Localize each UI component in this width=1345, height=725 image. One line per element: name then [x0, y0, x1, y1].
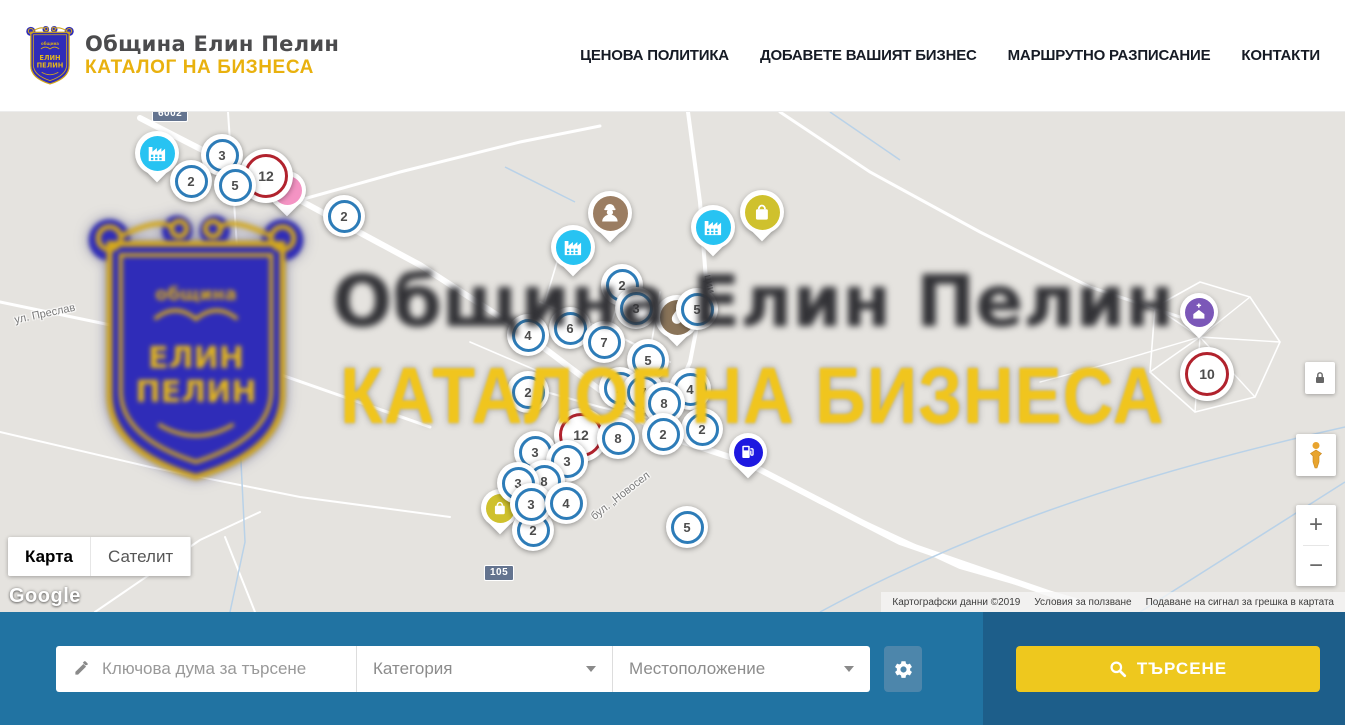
map-pin-marker[interactable]	[691, 205, 735, 265]
map-cluster-marker[interactable]: 8	[597, 417, 639, 459]
map-attribution: Картографски данни ©2019Условия за ползв…	[881, 592, 1345, 612]
nav-item[interactable]: ЦЕНОВА ПОЛИТИКА	[580, 47, 729, 64]
map-cluster-marker[interactable]: 5	[666, 506, 708, 548]
cluster-count: 6	[554, 312, 587, 345]
factory-icon	[145, 141, 169, 165]
page: община ЕЛИН ПЕЛИН Община Елин Пелин КАТА…	[0, 0, 1345, 725]
cluster-count: 3	[515, 488, 548, 521]
map-cluster-marker[interactable]: 7	[583, 321, 625, 363]
attribution-link[interactable]: Подаване на сигнал за грешка в картата	[1139, 597, 1341, 608]
cluster-count: 10	[1185, 352, 1229, 396]
map-cluster-marker[interactable]: 4	[507, 314, 549, 356]
pin-head	[551, 225, 595, 269]
cluster-count: 2	[328, 200, 361, 233]
pin-head	[691, 205, 735, 249]
zoom-in-button[interactable]: +	[1296, 505, 1336, 545]
map-type-satellite-button[interactable]: Сателит	[91, 537, 191, 576]
chevron-down-icon	[844, 666, 854, 672]
pin-head	[135, 131, 179, 175]
zoom-control: + −	[1296, 505, 1336, 586]
cluster-count: 8	[602, 422, 635, 455]
map-pin-marker[interactable]	[740, 190, 784, 250]
factory-icon	[701, 215, 725, 239]
lock-icon	[1312, 370, 1328, 386]
search-bar: Категория Местоположение ТЪРСЕНЕ	[0, 612, 1345, 725]
pegman-streetview-button[interactable]	[1296, 434, 1336, 476]
cluster-count: 4	[512, 319, 545, 352]
map-cluster-marker[interactable]: 4	[545, 482, 587, 524]
header: община ЕЛИН ПЕЛИН Община Елин Пелин КАТА…	[0, 0, 1345, 112]
nav-item[interactable]: МАРШРУТНО РАЗПИСАНИЕ	[1008, 47, 1211, 64]
cluster-count: 7	[588, 326, 621, 359]
map-cluster-marker[interactable]: 2	[170, 160, 212, 202]
map-cluster-marker[interactable]: 5	[676, 288, 718, 330]
search-button-label: ТЪРСЕНЕ	[1137, 659, 1227, 679]
pencil-icon	[72, 660, 90, 678]
church-icon	[1189, 302, 1209, 322]
advanced-settings-button[interactable]	[884, 646, 922, 692]
attribution-link[interactable]: Условия за ползване	[1027, 597, 1138, 608]
chevron-down-icon	[586, 666, 596, 672]
search-submit-button[interactable]: ТЪРСЕНЕ	[1016, 646, 1320, 692]
map-pin-marker[interactable]	[551, 225, 595, 285]
category-select[interactable]: Категория	[356, 646, 612, 692]
pin-head	[740, 190, 784, 234]
road-number-badge: 6002	[152, 112, 188, 122]
road-number-badge: 105	[484, 565, 514, 581]
svg-text:община: община	[41, 40, 59, 45]
map-cluster-marker[interactable]: 2	[323, 195, 365, 237]
main-nav: ЦЕНОВА ПОЛИТИКА ДОБАВЕТЕ ВАШИЯТ БИЗНЕС МАР…	[580, 47, 1320, 64]
map-cluster-marker[interactable]: 10	[1180, 347, 1234, 401]
cluster-count: 3	[620, 292, 653, 325]
fullscreen-lock-button[interactable]	[1305, 362, 1335, 394]
search-input-group: Категория Местоположение	[56, 646, 870, 692]
nav-item[interactable]: КОНТАКТИ	[1241, 47, 1320, 64]
cluster-count: 2	[512, 376, 545, 409]
site-title: Община Елин Пелин	[85, 32, 339, 56]
location-select-label: Местоположение	[629, 659, 836, 679]
municipality-crest-logo: община ЕЛИН ПЕЛИН	[25, 23, 75, 89]
map-cluster-marker[interactable]: 2	[681, 408, 723, 450]
cluster-count: 2	[647, 418, 680, 451]
fuel-icon	[738, 442, 758, 462]
map-type-map-button[interactable]: Карта	[8, 537, 91, 576]
cluster-count: 4	[550, 487, 583, 520]
map-pin-marker[interactable]	[1180, 293, 1218, 347]
map-cluster-marker[interactable]: 5	[214, 164, 256, 206]
map-cluster-marker[interactable]: 2	[507, 371, 549, 413]
pin-head	[1180, 293, 1218, 331]
map-pin-marker[interactable]	[729, 433, 767, 487]
cluster-count: 5	[219, 169, 252, 202]
category-select-label: Категория	[373, 659, 578, 679]
cluster-count: 2	[175, 165, 208, 198]
svg-text:ЕЛИН: ЕЛИН	[39, 53, 60, 61]
gear-icon	[894, 660, 913, 679]
cluster-count: 2	[686, 413, 719, 446]
factory-icon	[561, 235, 585, 259]
nav-item[interactable]: ДОБАВЕТЕ ВАШИЯТ БИЗНЕС	[760, 47, 977, 64]
site-title-block: Община Елин Пелин КАТАЛОГ НА БИЗНЕСА	[85, 32, 339, 79]
location-select[interactable]: Местоположение	[612, 646, 870, 692]
worker-icon	[598, 201, 622, 225]
pin-head	[729, 433, 767, 471]
pegman-icon	[1306, 441, 1326, 469]
cluster-count: 5	[681, 293, 714, 326]
map-cluster-marker[interactable]: 2	[642, 413, 684, 455]
site-subtitle: КАТАЛОГ НА БИЗНЕСА	[85, 57, 339, 79]
search-icon	[1109, 660, 1127, 678]
bag-icon	[750, 200, 774, 224]
svg-text:ПЕЛИН: ПЕЛИН	[37, 61, 64, 69]
keyword-field-wrap	[56, 646, 356, 692]
map-type-control: КартаСателит	[8, 537, 191, 576]
map-data-copyright: Картографски данни ©2019	[885, 597, 1027, 608]
zoom-out-button[interactable]: −	[1296, 546, 1336, 586]
map-cluster-marker[interactable]: 3	[615, 287, 657, 329]
keyword-search-input[interactable]	[102, 659, 340, 679]
google-logo[interactable]: Google	[9, 585, 81, 608]
cluster-count: 5	[671, 511, 704, 544]
map-canvas[interactable]: община ЕЛИН ПЕЛИН Община Елин Пелин КАТА…	[0, 112, 1345, 612]
